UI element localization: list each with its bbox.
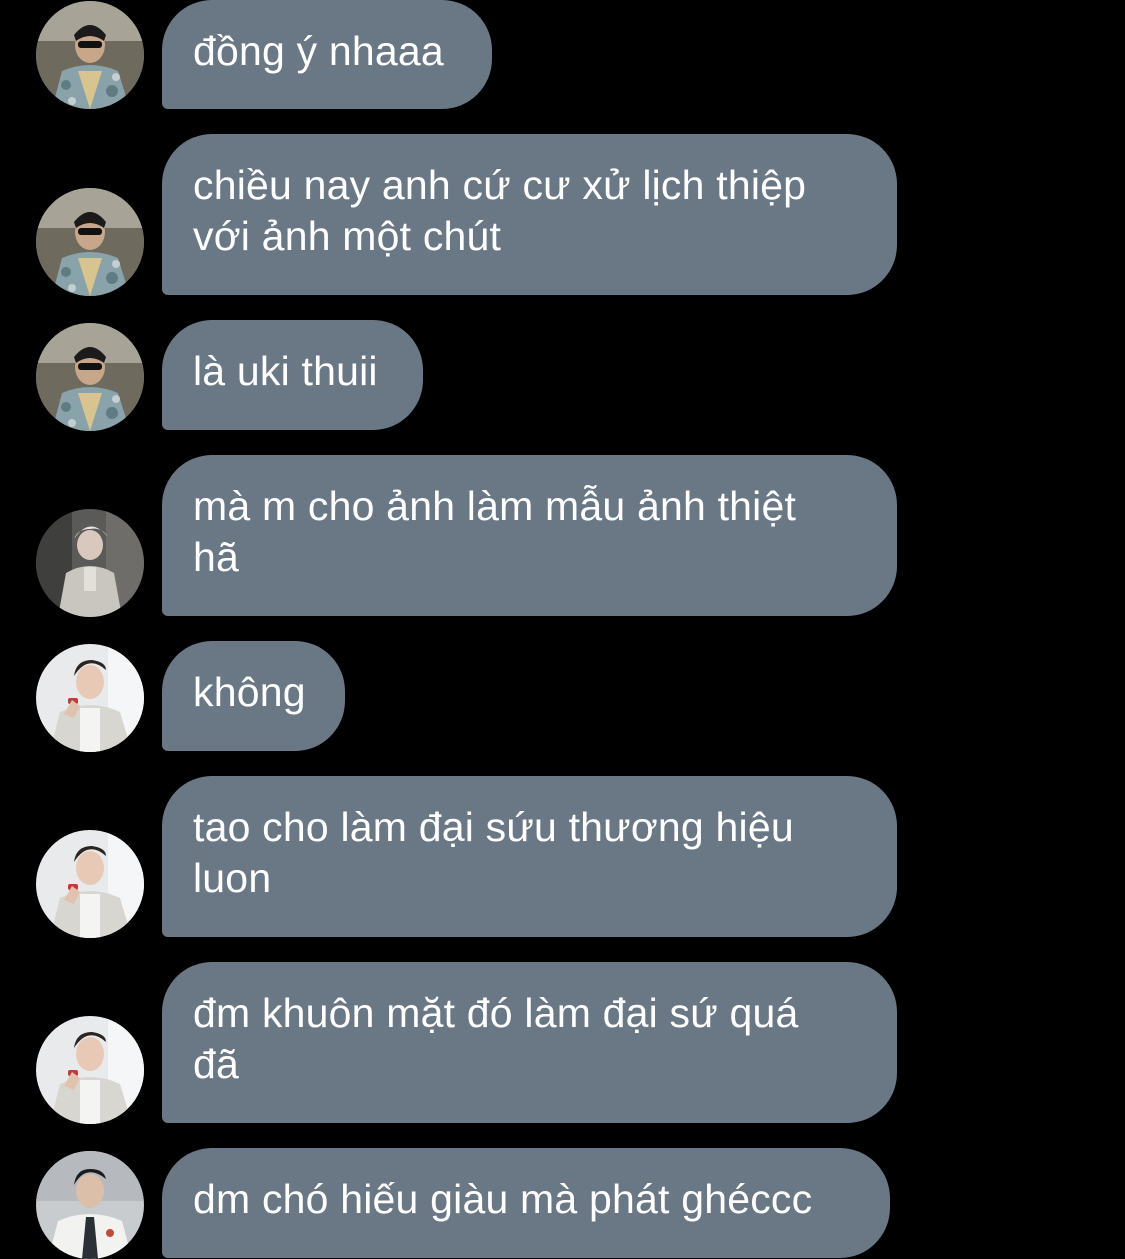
avatar-photo-white-jacket [36,830,144,938]
avatar-photo-silver-hair [36,509,144,617]
avatar[interactable] [36,188,144,296]
avatar[interactable] [36,644,144,752]
message-bubble[interactable]: chiều nay anh cứ cư xử lịch thiệp với ản… [162,134,897,295]
avatar[interactable] [36,830,144,938]
avatar-photo-white-jacket [36,644,144,752]
avatar[interactable] [36,1151,144,1259]
avatar[interactable] [36,509,144,617]
message-bubble[interactable]: đm khuôn mặt đó làm đại sứ quá đã [162,962,897,1123]
avatar-photo-camo-jacket [36,1,144,109]
avatar-photo-camo-jacket [36,323,144,431]
avatar[interactable] [36,1,144,109]
avatar-photo-camo-jacket [36,188,144,296]
message-bubble[interactable]: không [162,641,345,751]
message-bubble[interactable]: dm chó hiếu giàu mà phát ghéccc [162,1148,890,1258]
chat-thread: đồng ý nhaaa chiều nay anh cứ cư xử lịch… [0,0,1125,1259]
avatar-photo-white-shirt [36,1151,144,1259]
message-bubble[interactable]: mà m cho ảnh làm mẫu ảnh thiệt hã [162,455,897,616]
avatar-photo-white-jacket [36,1016,144,1124]
avatar[interactable] [36,323,144,431]
message-bubble[interactable]: tao cho làm đại sứu thương hiệu luon [162,776,897,937]
message-bubble[interactable]: đồng ý nhaaa [162,0,492,109]
avatar[interactable] [36,1016,144,1124]
message-bubble[interactable]: là uki thuii [162,320,423,430]
